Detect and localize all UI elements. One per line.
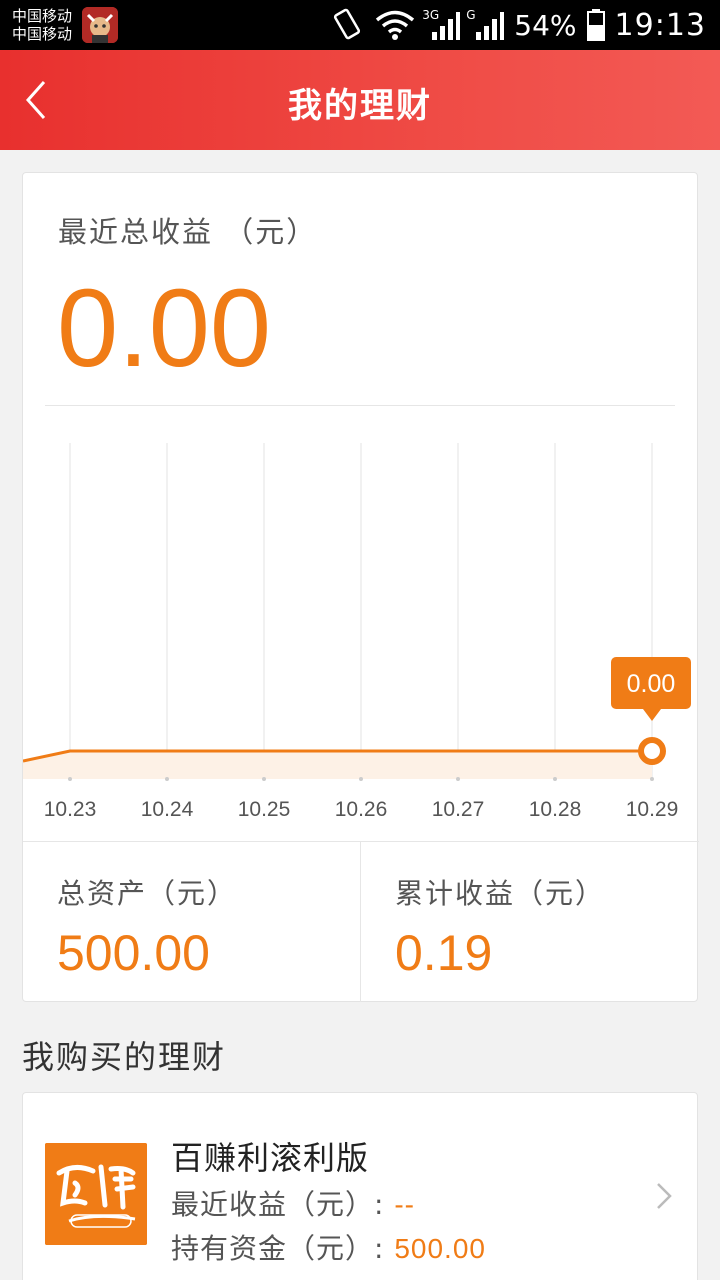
axis-tick [359, 777, 363, 781]
highlight-point [638, 737, 666, 765]
tooltip-label: 0.00 [627, 670, 676, 698]
app-header: 我的理财 [0, 50, 720, 150]
battery-icon [586, 9, 605, 41]
signal-g-icon: G [466, 8, 505, 40]
network-type-1: 3G [422, 8, 440, 22]
section-title: 我购买的理财 [22, 1038, 227, 1076]
cumulative-earnings-label: 累计收益（元） [395, 877, 606, 910]
signal-3g-icon: 3G [422, 8, 461, 40]
product-recent-label: 最近收益（元）: [171, 1188, 395, 1221]
cumulative-earnings-cell: 累计收益（元） 0.19 [361, 842, 699, 1002]
x-tick-label: 10.28 [529, 798, 582, 821]
axis-tick [553, 777, 557, 781]
battery-percent: 54% [514, 8, 577, 42]
x-tick-label: 10.24 [141, 798, 194, 821]
product-holding-label: 持有资金（元）: [171, 1232, 395, 1265]
product-logo [45, 1143, 147, 1245]
carrier-info: 中国移动 中国移动 [12, 7, 72, 43]
axis-tick [262, 777, 266, 781]
total-assets-value: 500.00 [57, 925, 210, 981]
axis-tick [165, 777, 169, 781]
earnings-chart[interactable]: 10.23 10.24 10.25 10.26 10.27 10.28 10.29 0.00 [23, 413, 699, 833]
total-assets-cell: 总资产（元） 500.00 [23, 842, 361, 1002]
cumulative-earnings-value: 0.19 [395, 925, 493, 981]
product-recent-earnings: 最近收益（元）: -- [171, 1183, 415, 1223]
rotation-lock-icon [334, 8, 361, 40]
product-holding: 持有资金（元）: 500.00 [171, 1227, 486, 1267]
wifi-icon [376, 10, 415, 40]
x-tick-label: 10.29 [626, 798, 679, 821]
axis-tick [68, 777, 72, 781]
axis-tick [650, 777, 654, 781]
divider [45, 405, 675, 406]
x-tick-label: 10.25 [238, 798, 291, 821]
totals-row: 总资产（元） 500.00 累计收益（元） 0.19 [23, 841, 699, 1002]
page-title: 我的理财 [288, 86, 432, 126]
x-tick-label: 10.26 [335, 798, 388, 821]
x-tick-label: 10.23 [44, 798, 97, 821]
recent-earnings-value: 0.00 [57, 267, 272, 390]
product-holding-value: 500.00 [394, 1233, 486, 1264]
status-icons: 3G G 54% 19:13 [330, 0, 706, 50]
list-item[interactable]: 百赚利滚利版 最近收益（元）: -- 持有资金（元）: 500.00 [22, 1092, 698, 1280]
total-assets-label: 总资产（元） [57, 877, 238, 910]
x-tick-label: 10.27 [432, 798, 485, 821]
clock: 19:13 [614, 7, 706, 43]
summary-card: 最近总收益 （元） 0.00 10.23 10.24 10.25 10.26 10.27… [22, 172, 699, 1002]
status-bar: 中国移动 中国移动 3G G 54% 19:13 [0, 0, 720, 50]
product-name: 百赚利滚利版 [171, 1139, 370, 1177]
series-area [23, 751, 652, 779]
chevron-right-icon [657, 1183, 672, 1209]
tooltip-pointer [643, 709, 661, 721]
axis-tick [456, 777, 460, 781]
carrier-1: 中国移动 [12, 7, 73, 25]
carrier-2: 中国移动 [12, 25, 73, 43]
notification-app-icon [82, 7, 118, 43]
product-recent-value: -- [394, 1189, 415, 1220]
network-type-2: G [466, 8, 476, 22]
recent-earnings-label: 最近总收益 （元） [58, 215, 318, 249]
